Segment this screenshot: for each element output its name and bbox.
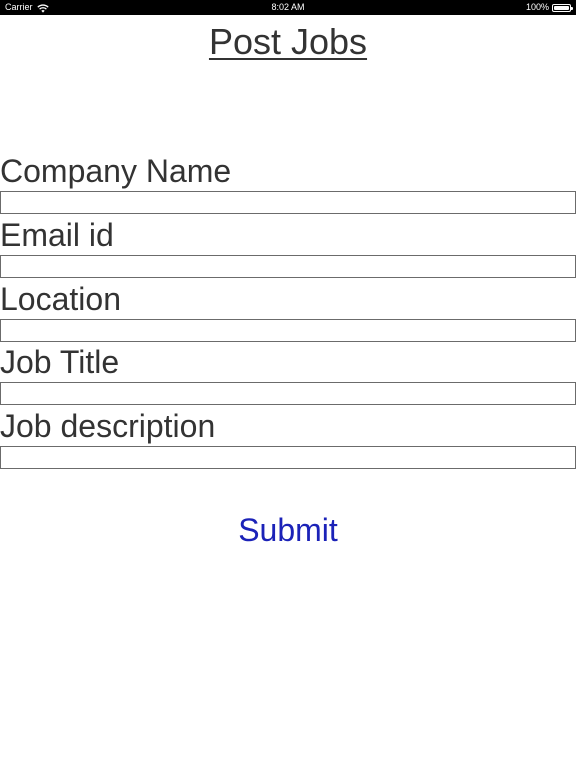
battery-fill — [554, 5, 569, 10]
job-description-label: Job description — [0, 408, 216, 444]
status-time: 8:02 AM — [271, 2, 305, 12]
email-id-label: Email id — [0, 217, 114, 253]
submit-button[interactable]: Submit — [188, 510, 388, 550]
battery-percentage: 100% — [525, 2, 549, 12]
company-name-label: Company Name — [0, 153, 232, 189]
email-id-input[interactable] — [0, 255, 576, 278]
job-title-label: Job Title — [0, 344, 120, 380]
job-title-input[interactable] — [0, 382, 576, 405]
job-description-input[interactable] — [0, 446, 576, 469]
page-title: Post Jobs — [208, 21, 368, 62]
status-right: 100% — [525, 0, 573, 15]
location-input[interactable] — [0, 319, 576, 342]
status-bar: Carrier 8:02 AM 100% — [0, 0, 576, 15]
location-label: Location — [0, 281, 121, 317]
battery-icon — [552, 3, 573, 12]
company-name-input[interactable] — [0, 191, 576, 214]
